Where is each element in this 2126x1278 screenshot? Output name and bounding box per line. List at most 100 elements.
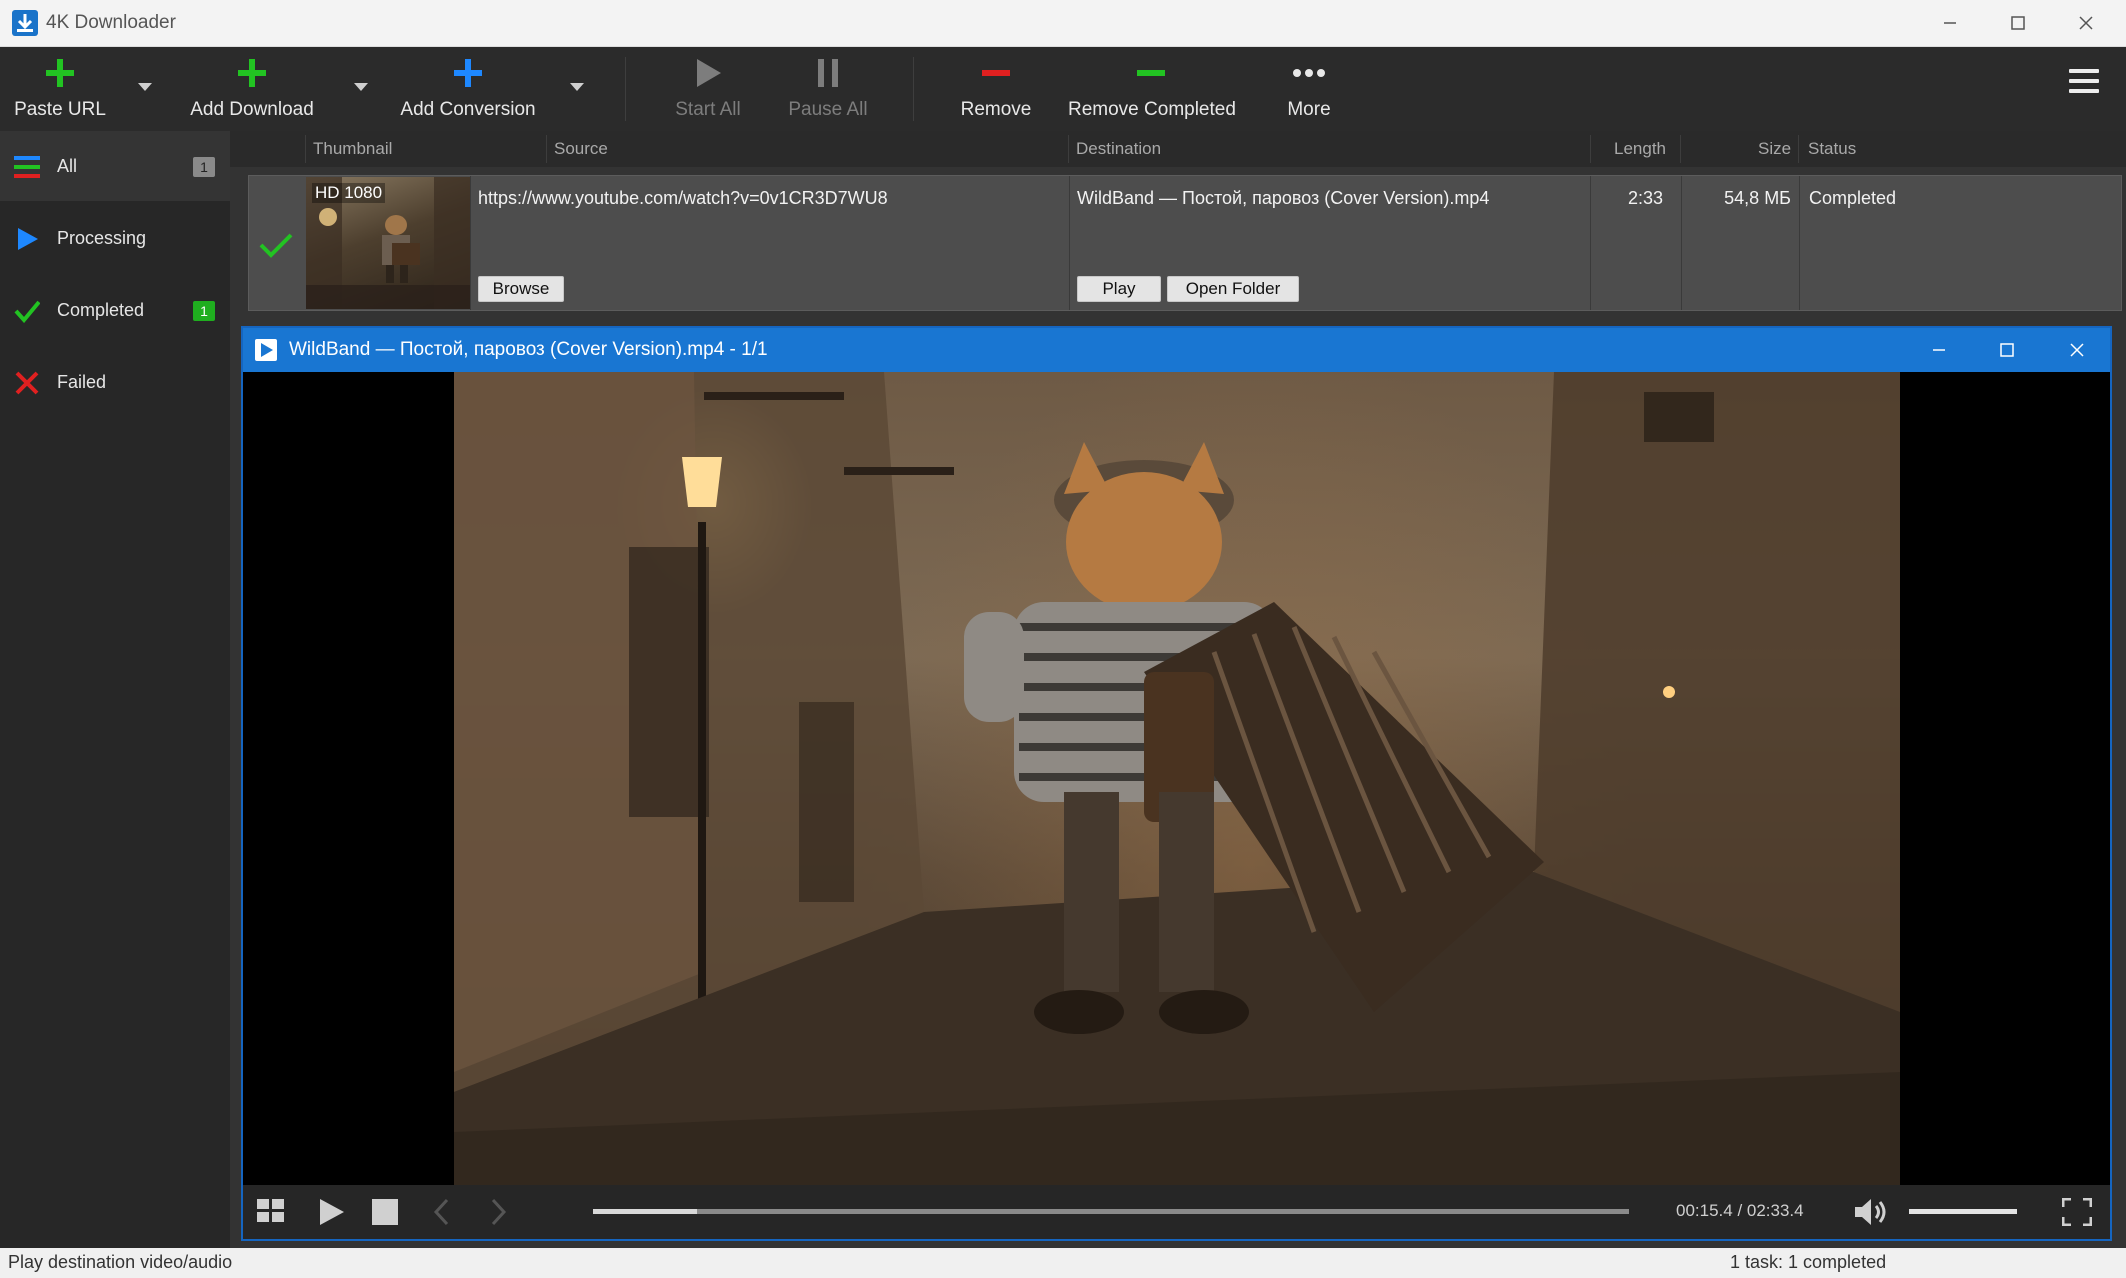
status-hint: Play destination video/audio [8,1252,233,1272]
video-frame[interactable] [454,372,1900,1185]
quality-badge: HD 1080 [312,183,386,203]
play-icon[interactable] [316,1197,346,1227]
seek-bar[interactable] [593,1209,1629,1214]
player-maximize-button[interactable] [1977,333,2037,367]
add-conversion-button[interactable]: Add Conversion [396,47,540,131]
size-value: 54,8 МБ [1724,188,1791,208]
column-status[interactable]: Status [1808,139,1856,159]
cell-separator [1799,176,1800,310]
pause-all-button[interactable]: Pause All [782,47,874,131]
play-button[interactable]: Play [1077,276,1161,302]
source-url: https://www.youtube.com/watch?v=0v1CR3D7… [478,188,888,208]
player-close-button[interactable] [2047,333,2107,367]
player-title-bar: WildBand — Постой, паровоз (Cover Versio… [243,328,2110,372]
sidebar-item-label: Failed [57,372,107,392]
toolbar-separator [913,57,914,121]
column-source[interactable]: Source [554,139,608,159]
hamburger-menu-icon[interactable] [2069,69,2099,99]
play-icon [697,59,721,87]
column-separator [305,135,306,163]
paste-url-dropdown-icon[interactable] [138,83,152,91]
playlist-grid-icon[interactable] [257,1199,285,1223]
column-header: Thumbnail Source Destination Length Size… [230,131,2126,167]
plus-icon [46,59,74,87]
sidebar-item-label: Completed [57,300,145,320]
app-title: 4K Downloader [46,12,176,33]
play-icon [18,228,38,250]
browse-button[interactable]: Browse [478,276,564,302]
app-download-icon [12,10,38,36]
cell-separator [1069,176,1070,310]
sidebar: All 1 Processing Completed 1 Failed [0,131,230,1248]
destination-file: WildBand — Постой, паровоз (Cover Versio… [1077,188,1490,208]
column-separator [1068,135,1069,163]
paste-url-button[interactable]: Paste URL [10,47,110,131]
count-badge: 1 [193,157,215,177]
paste-url-label: Paste URL [14,99,106,120]
sidebar-item-processing[interactable]: Processing [0,203,230,273]
more-button[interactable]: More [1268,47,1350,131]
status-bar: Play destination video/audio 1 task: 1 c… [0,1248,2126,1278]
add-download-button[interactable]: Add Download [182,47,322,131]
minus-icon [982,70,1010,76]
close-button[interactable] [2056,6,2116,40]
more-icon [1293,69,1325,77]
list-icon [14,156,40,178]
player-title: WildBand — Постой, паровоз (Cover Versio… [289,339,768,360]
add-download-dropdown-icon[interactable] [354,83,368,91]
previous-icon[interactable] [431,1197,451,1227]
sidebar-item-completed[interactable]: Completed 1 [0,275,230,345]
volume-level [1909,1209,2017,1214]
stop-icon[interactable] [372,1199,398,1225]
column-separator [1680,135,1681,163]
sidebar-item-all[interactable]: All 1 [0,131,230,201]
seek-progress [593,1209,697,1214]
start-all-label: Start All [675,99,741,120]
next-icon[interactable] [489,1197,509,1227]
x-icon [15,371,39,395]
completed-check-icon [259,233,293,258]
column-thumbnail[interactable]: Thumbnail [313,139,392,159]
column-size[interactable]: Size [1758,139,1791,159]
fullscreen-icon[interactable] [2062,1198,2092,1226]
maximize-button[interactable] [1988,6,2048,40]
player-control-bar: 00:15.4 / 02:33.4 [243,1185,2110,1239]
add-download-label: Add Download [190,99,314,120]
column-destination[interactable]: Destination [1076,139,1161,159]
remove-button[interactable]: Remove [946,47,1046,131]
pause-icon [818,59,838,87]
start-all-button[interactable]: Start All [662,47,754,131]
sidebar-item-failed[interactable]: Failed [0,347,230,417]
plus-icon [454,59,482,87]
remove-label: Remove [960,99,1032,120]
minimize-button[interactable] [1920,6,1980,40]
plus-icon [238,59,266,87]
table-row[interactable]: HD 1080 https://www.youtube.com/watch?v=… [248,175,2122,311]
cell-separator [470,176,471,310]
player-minimize-button[interactable] [1909,333,1969,367]
sidebar-item-label: All [57,156,78,176]
add-conversion-label: Add Conversion [400,99,536,120]
volume-slider[interactable] [1909,1209,2017,1214]
open-folder-button[interactable]: Open Folder [1167,276,1299,302]
column-separator [1798,135,1799,163]
add-conversion-dropdown-icon[interactable] [570,83,584,91]
time-readout: 00:15.4 / 02:33.4 [1676,1201,1804,1220]
more-label: More [1287,99,1331,120]
remove-completed-button[interactable]: Remove Completed [1068,47,1236,131]
count-badge: 1 [193,301,215,321]
cell-separator [1681,176,1682,310]
video-scene [454,372,1900,1185]
video-player-window: WildBand — Постой, паровоз (Cover Versio… [241,326,2112,1241]
toolbar: Paste URL Add Download Add Conversion St… [0,47,2126,131]
column-length[interactable]: Length [1614,139,1666,159]
minus-icon [1137,70,1165,76]
pause-all-label: Pause All [788,99,868,120]
volume-icon[interactable] [1853,1197,1889,1227]
toolbar-separator [625,57,626,121]
status-value: Completed [1809,188,1897,208]
column-separator [546,135,547,163]
status-summary: 1 task: 1 completed [1730,1252,1887,1272]
title-bar: 4K Downloader [0,0,2126,47]
column-separator [1590,135,1591,163]
